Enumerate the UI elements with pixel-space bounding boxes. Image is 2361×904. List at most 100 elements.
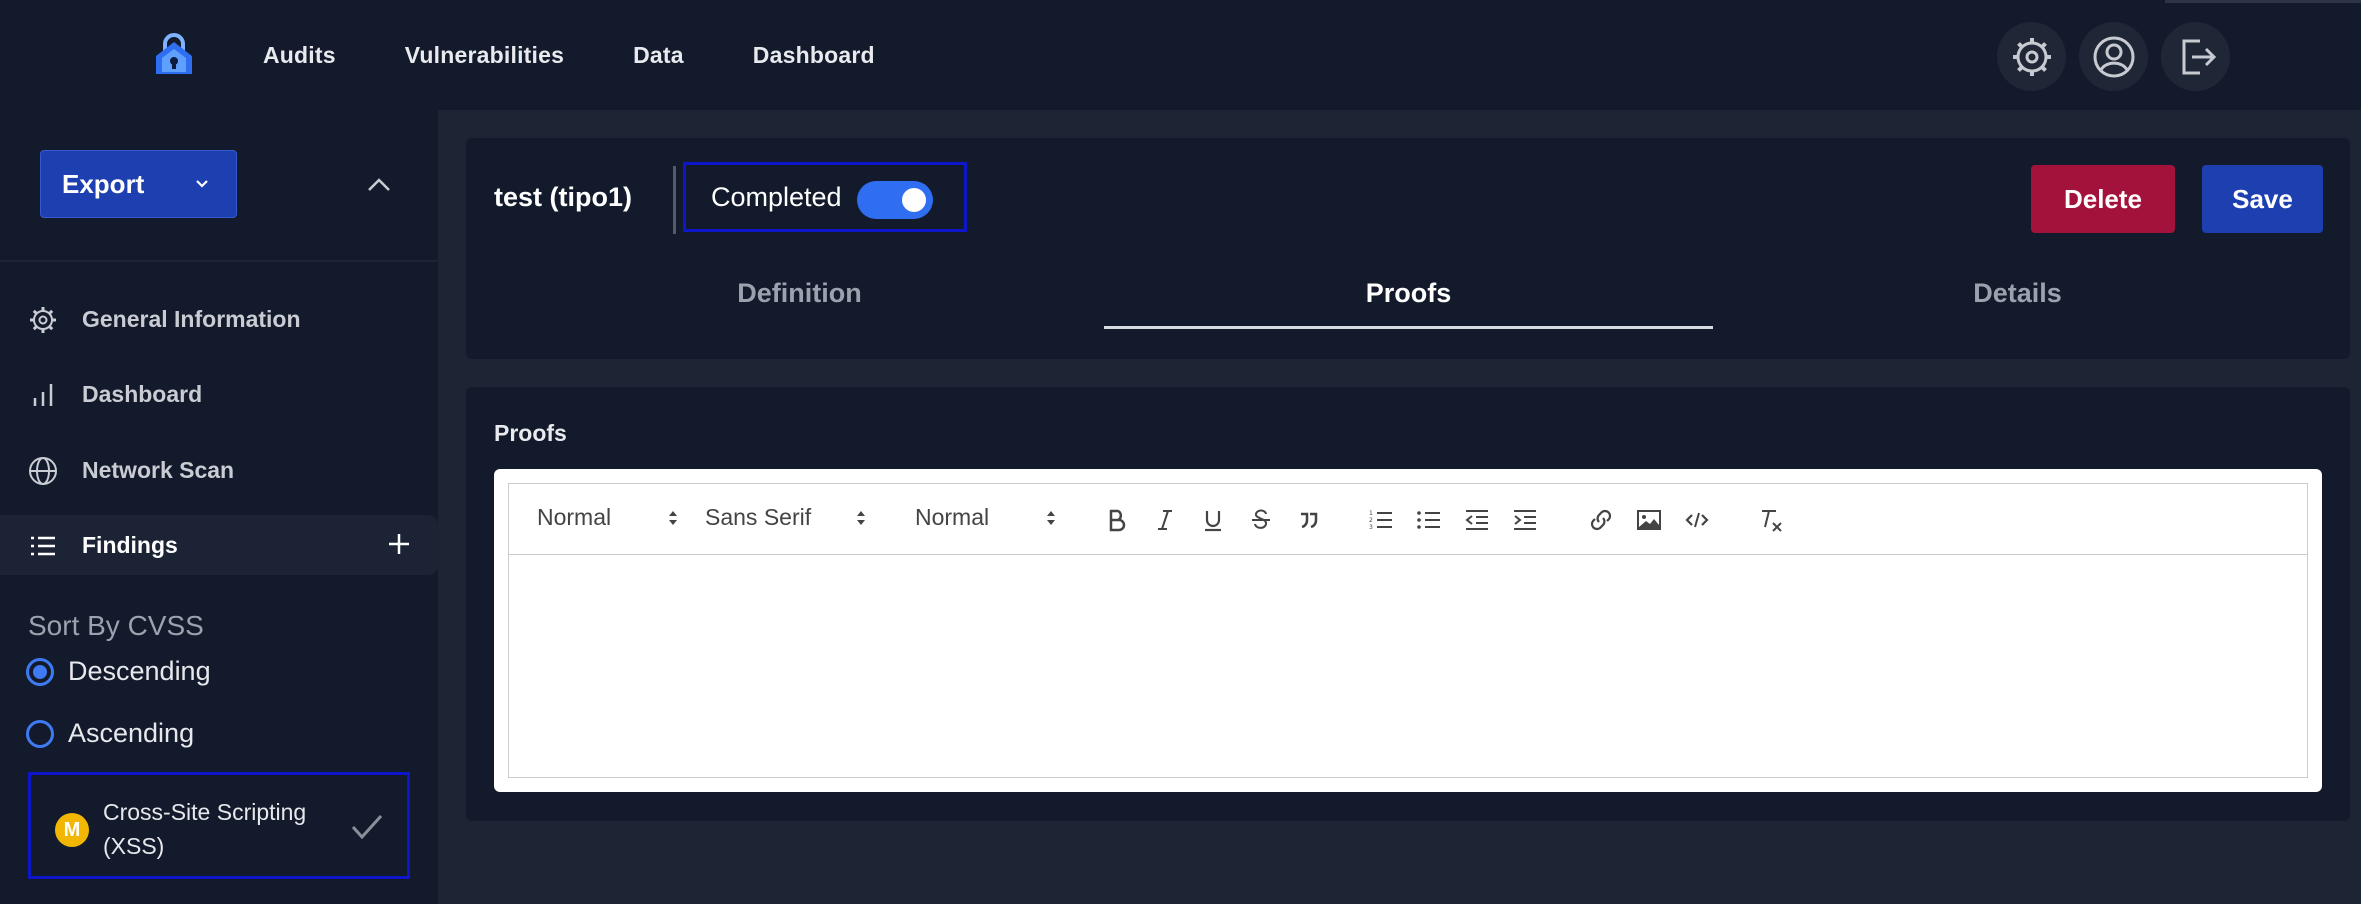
settings-button[interactable]: [1997, 22, 2066, 91]
list-icon: [31, 536, 55, 556]
profile-button[interactable]: [2079, 22, 2148, 91]
bold-button[interactable]: [1101, 504, 1133, 536]
tab-proofs[interactable]: Proofs: [1104, 278, 1713, 330]
sidebar-item-dashboard[interactable]: Dashboard: [0, 364, 438, 424]
link-button[interactable]: [1585, 504, 1617, 536]
strikethrough-icon: [1252, 509, 1270, 529]
ordered-list-icon: 123: [1369, 510, 1392, 531]
finding-header-card: test (tipo1) Completed Delete Save Defin…: [466, 138, 2350, 359]
sidebar-item-general-information[interactable]: General Information: [0, 289, 438, 349]
blockquote-button[interactable]: [1293, 504, 1325, 536]
finding-page-title: test (tipo1): [494, 182, 632, 212]
heading-picker-value: Normal: [537, 504, 612, 530]
quote-icon: [1301, 512, 1318, 529]
finding-list-item[interactable]: M Cross-Site Scripting (XSS): [28, 772, 410, 879]
proofs-card: Proofs Normal Sans Serif Normal 1 2 3: [466, 387, 2350, 821]
outdent-icon: [1465, 510, 1488, 530]
nav-actions: [1997, 22, 2230, 91]
nav-audits[interactable]: Audits: [263, 42, 336, 69]
clear-format-button[interactable]: [1755, 504, 1787, 536]
nav-dashboard[interactable]: Dashboard: [753, 42, 875, 69]
image-icon: [1637, 510, 1661, 530]
font-picker[interactable]: Sans Serif: [705, 504, 865, 531]
export-button[interactable]: Export: [40, 150, 237, 218]
font-picker-value: Sans Serif: [705, 504, 812, 530]
completed-toggle-wrapper[interactable]: Completed: [683, 162, 967, 232]
title-separator: [673, 166, 676, 234]
rich-text-editor: Normal Sans Serif Normal 1 2 3: [494, 469, 2322, 792]
chevron-down-icon: [196, 180, 208, 188]
sidebar-item-network-scan[interactable]: Network Scan: [0, 440, 438, 500]
svg-text:3: 3: [1369, 524, 1373, 531]
nav-data[interactable]: Data: [633, 42, 684, 69]
proofs-editor-content[interactable]: [508, 555, 2308, 778]
radio-checked-icon: [26, 657, 54, 686]
sort-descending-radio[interactable]: Descending: [26, 656, 211, 687]
indent-icon: [1514, 510, 1536, 530]
radio-label: Ascending: [68, 718, 195, 748]
image-button[interactable]: [1633, 504, 1665, 536]
sort-title: Sort By CVSS: [28, 610, 204, 641]
bold-icon: [1109, 509, 1126, 532]
globe-icon: [29, 457, 57, 485]
italic-button[interactable]: [1149, 504, 1181, 536]
checkmark-icon: [351, 814, 383, 840]
top-navbar: Audits Vulnerabilities Data Dashboard: [0, 0, 2361, 110]
finding-title: Cross-Site Scripting (XSS): [103, 799, 307, 859]
nav-vulnerabilities[interactable]: Vulnerabilities: [405, 42, 564, 69]
sort-ascending-radio[interactable]: Ascending: [26, 718, 194, 749]
top-edge-line: [2165, 0, 2361, 3]
link-icon: [1590, 509, 1612, 531]
proofs-section-label: Proofs: [494, 420, 567, 446]
svg-text:1: 1: [1369, 510, 1373, 517]
select-arrows-icon: [1047, 511, 1055, 525]
heading-picker[interactable]: Normal: [537, 504, 677, 531]
radio-label: Descending: [68, 656, 211, 686]
clear-format-icon: [1762, 510, 1782, 532]
sidebar-divider: [0, 260, 438, 262]
logout-button[interactable]: [2161, 22, 2230, 91]
completed-label: Completed: [711, 181, 842, 212]
sidebar-item-label: General Information: [82, 305, 301, 332]
settings-gear-icon: [2012, 37, 2051, 76]
underline-button[interactable]: [1197, 504, 1229, 536]
delete-button[interactable]: Delete: [2031, 165, 2175, 233]
underline-icon: [1205, 511, 1221, 532]
sidebar-item-label: Findings: [82, 531, 178, 558]
size-picker[interactable]: Normal: [915, 504, 1055, 531]
collapse-button[interactable]: [364, 174, 394, 201]
main-nav: Audits Vulnerabilities Data Dashboard: [263, 0, 944, 110]
save-button[interactable]: Save: [2202, 165, 2323, 233]
select-arrows-icon: [669, 511, 677, 525]
bullet-list-icon: [1417, 511, 1440, 529]
svg-text:2: 2: [1369, 517, 1373, 524]
sidebar-item-findings[interactable]: Findings: [0, 515, 438, 575]
chevron-up-icon: [368, 178, 390, 191]
user-circle-icon: [2093, 36, 2134, 77]
bar-chart-icon: [33, 384, 53, 406]
sidebar-item-label: Network Scan: [82, 456, 235, 483]
sidebar: Export General Information Dashboard Net…: [0, 110, 438, 904]
select-arrows-icon: [857, 511, 865, 525]
size-picker-value: Normal: [915, 504, 990, 530]
severity-badge: M: [55, 813, 89, 847]
sidebar-item-label: Dashboard: [82, 380, 203, 407]
add-finding-icon[interactable]: [384, 529, 414, 559]
active-tab-indicator: [1104, 326, 1713, 329]
code-icon: [1685, 512, 1709, 528]
italic-icon: [1158, 510, 1172, 530]
code-block-button[interactable]: [1681, 504, 1713, 536]
bullet-list-button[interactable]: [1413, 504, 1445, 536]
completed-toggle[interactable]: [857, 181, 933, 219]
export-label: Export: [62, 168, 145, 199]
tab-definition[interactable]: Definition: [495, 278, 1104, 330]
outdent-button[interactable]: [1461, 504, 1493, 536]
ordered-list-button[interactable]: 123: [1365, 504, 1397, 536]
editor-toolbar: Normal Sans Serif Normal 1 2 3: [508, 483, 2308, 555]
gear-icon: [30, 307, 56, 333]
tab-details[interactable]: Details: [1713, 278, 2322, 330]
indent-button[interactable]: [1509, 504, 1541, 536]
logout-icon: [2182, 39, 2216, 74]
lock-logo-icon[interactable]: [150, 30, 198, 78]
strikethrough-button[interactable]: [1245, 504, 1277, 536]
